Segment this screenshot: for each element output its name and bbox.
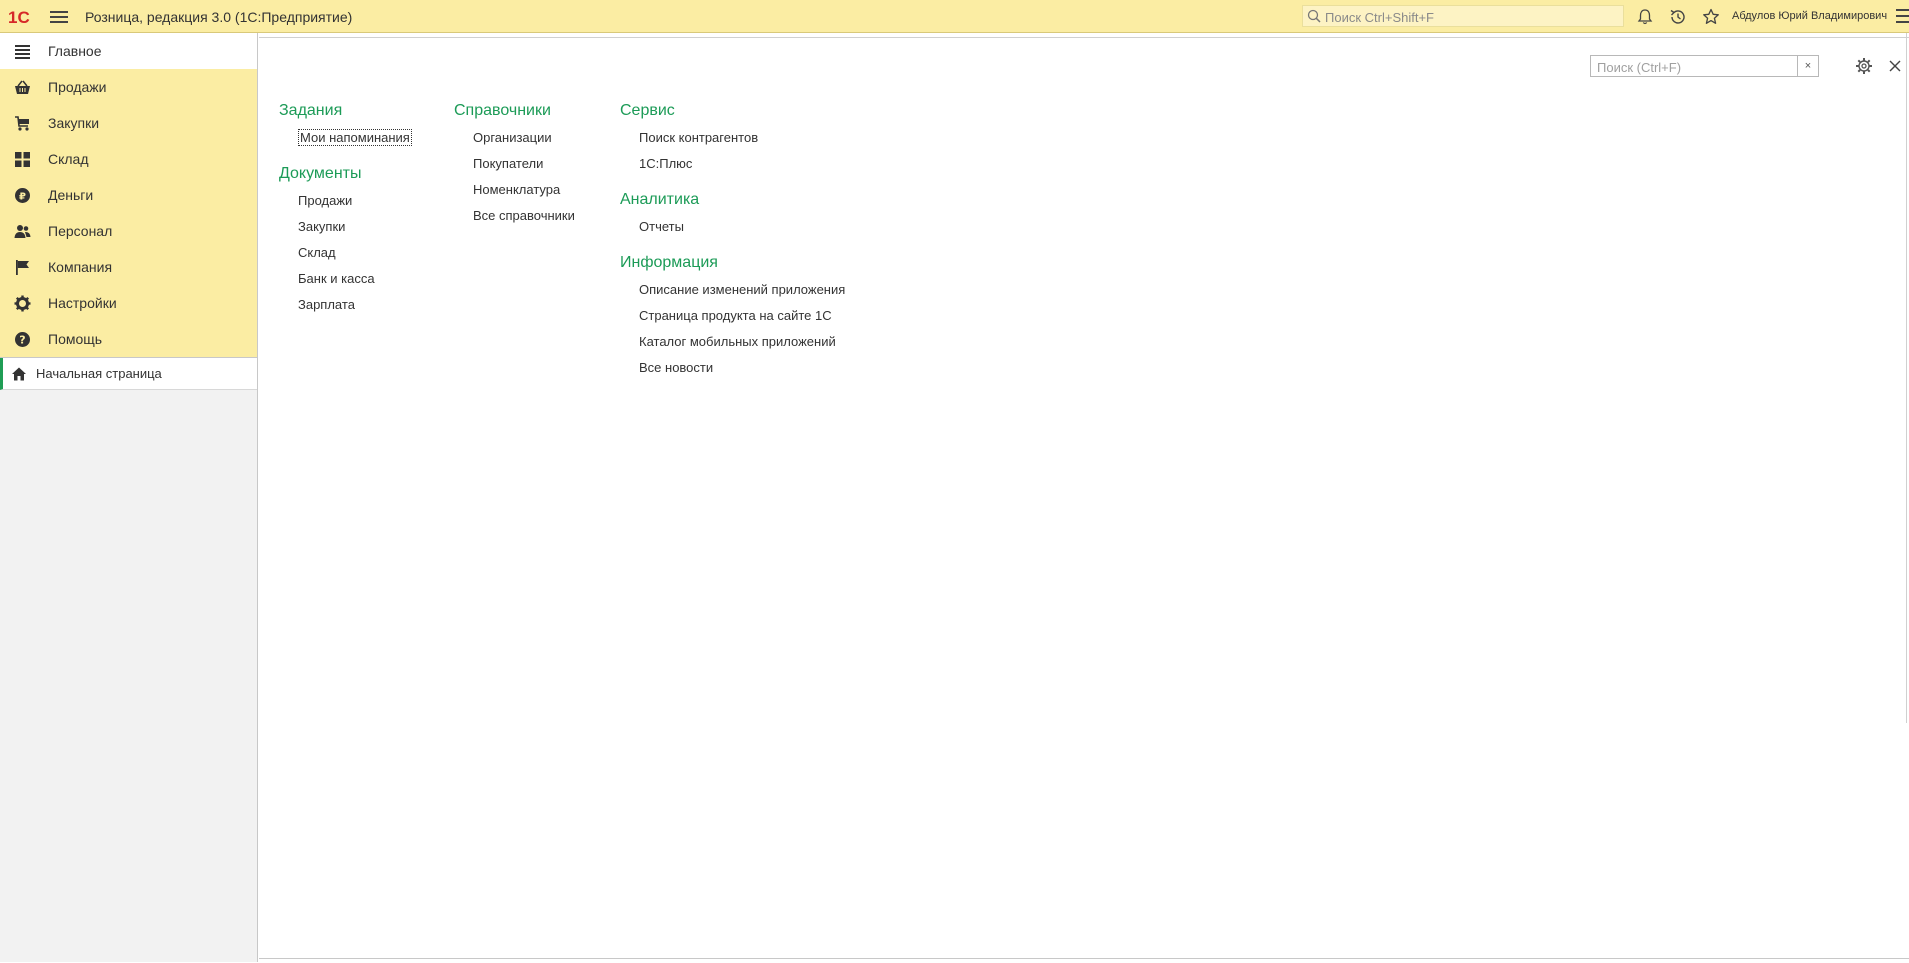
link-customers[interactable]: Покупатели [454,154,575,180]
link-sales[interactable]: Продажи [279,191,412,217]
group-title: Справочники [454,102,551,119]
bell-icon[interactable] [1635,7,1655,27]
link-salary[interactable]: Зарплата [279,295,412,321]
group-service: Сервис Поиск контрагентов 1С:Плюс [620,101,845,180]
open-page-label: Начальная страница [36,366,162,381]
settings-menu-icon[interactable] [1896,9,1909,25]
flag-icon [16,260,29,275]
link-product-page[interactable]: Страница продукта на сайте 1С [620,306,845,332]
svg-text:1С: 1С [8,8,30,26]
link-bank-cash[interactable]: Банк и касса [279,269,412,295]
current-user-name[interactable]: Абдулов Юрий Владимирович [1732,10,1887,22]
top-bar: 1С Розница, редакция 3.0 (1С:Предприятие… [0,0,1909,33]
bottom-divider [259,958,1909,959]
svg-text:₽: ₽ [19,192,26,203]
section-label: Настройки [48,295,117,311]
section-label: Помощь [48,331,103,347]
section-purchases[interactable]: Закупки [0,105,257,141]
link-all-catalogs[interactable]: Все справочники [454,206,575,232]
section-main[interactable]: Главное [0,33,257,69]
group-title: Сервис [620,102,675,119]
link-label: Мои напоминания [298,129,412,146]
svg-text:?: ? [19,334,25,347]
section-label: Закупки [48,115,100,131]
main-menu-icon[interactable] [50,9,68,25]
form-search-input[interactable] [1595,57,1799,77]
section-list: Главное Продажи Закупки Склад ₽ Деньги П… [0,33,257,357]
section-warehouse[interactable]: Склад [0,141,257,177]
link-all-news[interactable]: Все новости [620,358,845,384]
open-pages-list: Начальная страница [0,357,257,390]
link-reports[interactable]: Отчеты [620,217,845,243]
link-purchases[interactable]: Закупки [279,217,412,243]
section-personnel[interactable]: Персонал [0,213,257,249]
cart-icon [15,116,29,131]
form-search-field[interactable]: × [1590,55,1819,77]
link-warehouse[interactable]: Склад [279,243,412,269]
section-label: Компания [48,259,113,275]
ruble-coin-icon: ₽ [15,188,30,203]
history-icon[interactable] [1668,7,1688,27]
gear-icon [14,295,31,312]
right-scroll-edge [1906,33,1907,723]
home-page-content: × Задания Мои напоминания Документы Прод… [259,37,1909,963]
section-company[interactable]: Компания [0,249,257,285]
link-find-counterparties[interactable]: Поиск контрагентов [620,128,845,154]
menu-column-3: Сервис Поиск контрагентов 1С:Плюс Аналит… [620,101,845,384]
search-icon [1307,9,1321,23]
section-help[interactable]: ? Помощь [0,321,257,357]
link-organizations[interactable]: Организации [454,128,575,154]
section-settings[interactable]: Настройки [0,285,257,321]
global-search-field[interactable] [1302,5,1624,27]
group-information: Информация Описание изменений приложения… [620,253,845,384]
section-label: Персонал [48,223,113,239]
group-title: Задания [279,102,343,119]
sections-panel: Главное Продажи Закупки Склад ₽ Деньги П… [0,33,258,962]
group-title: Информация [620,254,718,271]
menu-column-1: Задания Мои напоминания Документы Продаж… [279,101,412,321]
open-page-home[interactable]: Начальная страница [0,358,257,390]
link-1c-plus[interactable]: 1С:Плюс [620,154,845,180]
link-changelog[interactable]: Описание изменений приложения [620,280,845,306]
section-label: Деньги [48,187,94,203]
close-icon[interactable] [1887,58,1903,74]
section-label: Главное [48,43,102,59]
group-title: Документы [279,165,362,182]
settings-gear-icon[interactable] [1855,57,1873,75]
people-icon [14,225,31,238]
link-mobile-catalog[interactable]: Каталог мобильных приложений [620,332,845,358]
link-my-reminders[interactable]: Мои напоминания [279,128,412,154]
menu-column-2: Справочники Организации Покупатели Номен… [454,101,575,232]
grid-icon [15,152,30,167]
list-icon [15,45,30,59]
group-tasks: Задания Мои напоминания [279,101,412,154]
section-sales[interactable]: Продажи [0,69,257,105]
section-money[interactable]: ₽ Деньги [0,177,257,213]
global-search-input[interactable] [1323,7,1623,27]
clear-search-button[interactable]: × [1797,56,1818,76]
app-title: Розница, редакция 3.0 (1С:Предприятие) [85,9,353,25]
home-icon [12,367,26,381]
link-nomenclature[interactable]: Номенклатура [454,180,575,206]
favorites-star-icon[interactable] [1701,7,1721,27]
1c-logo-icon[interactable]: 1С [8,8,38,26]
help-icon: ? [15,332,30,347]
basket-icon [15,80,30,94]
section-label: Продажи [48,79,107,95]
group-analytics: Аналитика Отчеты [620,190,845,243]
group-catalogs: Справочники Организации Покупатели Номен… [454,101,575,232]
group-documents: Документы Продажи Закупки Склад Банк и к… [279,164,412,321]
group-title: Аналитика [620,191,700,208]
section-label: Склад [48,151,89,167]
